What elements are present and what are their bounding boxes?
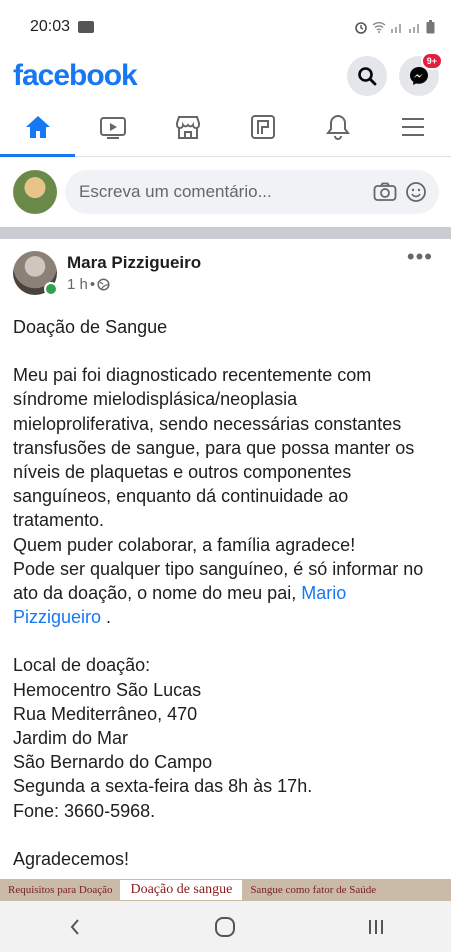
comment-composer: Escreva um comentário... (0, 157, 451, 227)
banner-middle-text: Doação de sangue (120, 880, 243, 900)
globe-icon (97, 278, 110, 291)
tab-marketplace[interactable] (150, 98, 225, 156)
author-avatar[interactable] (13, 251, 58, 296)
location-line: Fone: 3660-5968. (13, 800, 156, 821)
tab-menu[interactable] (376, 98, 451, 156)
marketplace-icon (175, 116, 200, 139)
post-paragraph-3-end: . (101, 607, 112, 628)
post-meta: Mara Pizzigueiro 1 h • (67, 251, 201, 293)
tab-bar (0, 98, 451, 157)
banner-left-text: Requisitos para Doação (8, 884, 113, 896)
signal-icon-1 (391, 24, 401, 33)
home-button-icon[interactable] (214, 916, 236, 938)
status-right (354, 20, 435, 34)
app-header: facebook 9+ (0, 52, 451, 98)
notifications-icon (326, 114, 351, 140)
location-line: São Bernardo do Campo (13, 752, 213, 773)
status-left: 20:03 (30, 18, 95, 36)
post-timestamp[interactable]: 1 h • (67, 276, 201, 293)
location-line: Local de doação: (13, 655, 151, 676)
search-button[interactable] (347, 56, 387, 96)
facebook-logo[interactable]: facebook (13, 59, 138, 93)
post-closing: Agradecemos! (13, 848, 130, 869)
wifi-icon (372, 22, 386, 33)
tab-pages[interactable] (226, 98, 301, 156)
comment-placeholder: Escreva um comentário... (79, 182, 272, 201)
location-line: Segunda a sexta-feira das 8h às 17h. (13, 776, 313, 797)
header-actions: 9+ (347, 52, 443, 96)
tab-notifications[interactable] (301, 98, 376, 156)
banner-right-text: Sangue como fator de Saúde (250, 884, 377, 896)
post-paragraph-3-start: Pode ser qualquer tipo sanguíneo, é só i… (13, 558, 424, 604)
post-paragraph-1: Meu pai foi diagnosticado recentemente c… (13, 365, 415, 531)
post-title: Doação de Sangue (13, 317, 168, 337)
post: Mara Pizzigueiro 1 h • ••• Doação de San… (0, 239, 451, 871)
location-line: Jardim do Mar (13, 728, 129, 749)
post-paragraph-3: Pode ser qualquer tipo sanguíneo, é só i… (13, 557, 437, 630)
post-image-banner[interactable]: Requisitos para Doação Doação de sangue … (0, 879, 451, 901)
online-status-dot (44, 282, 58, 296)
location-line: Hemocentro São Lucas (13, 679, 202, 700)
feed-divider (0, 227, 451, 239)
battery-icon (426, 20, 435, 34)
post-time-separator: • (89, 276, 96, 293)
user-avatar[interactable] (13, 170, 57, 214)
back-icon[interactable] (65, 917, 85, 937)
pages-icon (251, 115, 276, 139)
messenger-button[interactable]: 9+ (399, 52, 443, 96)
status-bar: 20:03 (0, 0, 451, 54)
camera-icon[interactable] (373, 182, 397, 202)
post-paragraph-2: Quem puder colaborar, a família agradece… (13, 534, 356, 555)
menu-icon (402, 118, 425, 136)
emoji-icon[interactable] (405, 181, 427, 203)
search-icon (358, 67, 377, 86)
system-nav-bar (0, 901, 451, 952)
watch-icon (99, 117, 126, 139)
alarm-icon (355, 22, 367, 34)
tab-home[interactable] (0, 98, 76, 157)
post-body: Doação de Sangue Meu pai foi diagnostica… (0, 295, 451, 871)
post-author[interactable]: Mara Pizzigueiro (67, 252, 201, 274)
post-header: Mara Pizzigueiro 1 h • ••• (0, 239, 451, 296)
gallery-notification-icon (78, 21, 95, 33)
comment-box-icons (373, 181, 427, 203)
comment-input[interactable]: Escreva um comentário... (65, 170, 439, 214)
status-time: 20:03 (30, 18, 71, 35)
messenger-badge: 9+ (420, 52, 443, 70)
more-options-icon[interactable]: ••• (407, 246, 433, 268)
home-icon (25, 116, 50, 138)
tab-watch[interactable] (75, 98, 150, 156)
recent-apps-icon[interactable] (366, 917, 386, 937)
signal-icon-2 (409, 24, 419, 33)
post-time: 1 h (67, 276, 88, 293)
location-line: Rua Mediterrâneo, 470 (13, 703, 198, 724)
